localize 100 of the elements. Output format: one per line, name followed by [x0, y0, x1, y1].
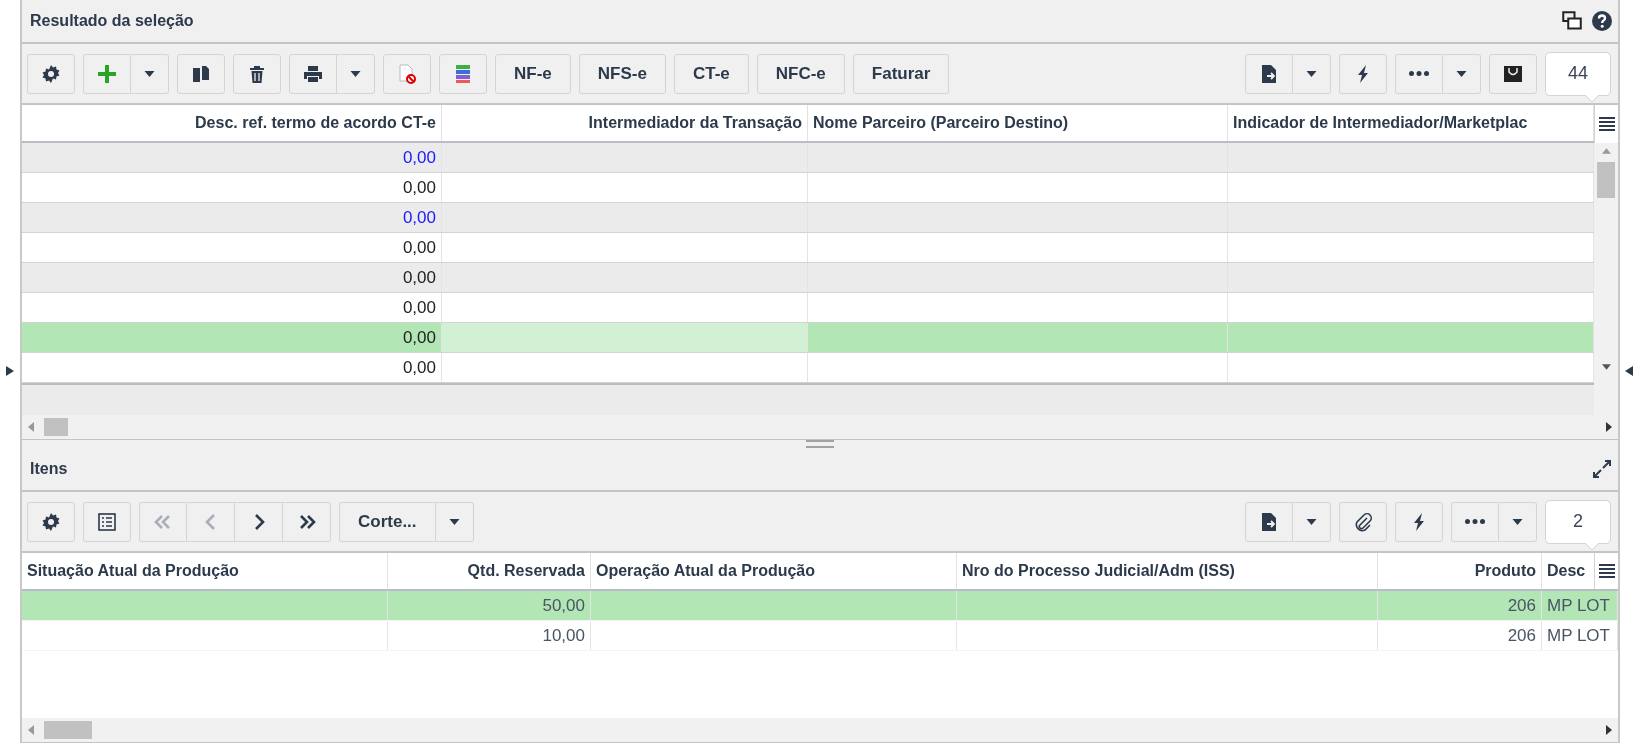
plus-icon — [97, 63, 117, 84]
ellipsis-icon — [1409, 71, 1429, 76]
windows-icon[interactable] — [1562, 11, 1582, 31]
file-export-icon — [1259, 511, 1279, 532]
table-cell: MP LOT — [1542, 591, 1618, 620]
document-type-button[interactable]: Faturar — [852, 53, 950, 94]
column-header[interactable]: Nome Parceiro (Parceiro Destino) — [808, 105, 1228, 141]
record-count: 2 — [1545, 499, 1611, 544]
file-export-icon — [1259, 63, 1279, 84]
expand-left-icon[interactable] — [6, 366, 14, 376]
table-cell: 10,00 — [388, 621, 591, 650]
scroll-thumb[interactable] — [44, 721, 92, 739]
table-row[interactable]: 0,00 — [22, 173, 1594, 203]
scroll-right-icon[interactable] — [1606, 422, 1612, 432]
attach-button[interactable] — [1339, 501, 1387, 542]
table-cell: 0,00 — [22, 173, 442, 202]
list-button[interactable] — [83, 501, 131, 542]
caret-icon — [144, 70, 155, 77]
table-cell: 0,00 — [22, 353, 442, 382]
scroll-thumb[interactable] — [44, 418, 68, 436]
column-header[interactable]: Nro do Processo Judicial/Adm (ISS) — [957, 553, 1378, 589]
paperclip-icon — [1353, 511, 1373, 532]
resize-handle-icon[interactable] — [806, 440, 834, 448]
table-cell: 0,00 — [22, 203, 442, 232]
menu-icon — [1598, 564, 1615, 578]
settings-button[interactable] — [27, 501, 75, 542]
printer-icon — [303, 63, 323, 84]
actions-button[interactable] — [1339, 53, 1387, 94]
table-row[interactable]: 50,00 206 MP LOT — [22, 591, 1618, 621]
table-row[interactable]: 0,00 — [22, 323, 1594, 353]
caret-icon — [1306, 70, 1317, 77]
copy-button[interactable] — [177, 53, 225, 94]
column-header[interactable]: Produto — [1378, 553, 1542, 589]
horizontal-scrollbar[interactable] — [22, 415, 1618, 440]
actions-button[interactable] — [1395, 501, 1443, 542]
caret-icon — [448, 518, 460, 525]
scroll-down-icon[interactable] — [1601, 364, 1611, 370]
document-type-button[interactable]: NFC-e — [756, 53, 845, 94]
shopping-bag-icon — [1503, 63, 1523, 84]
panel-title: Resultado da seleção — [30, 12, 194, 30]
delete-button[interactable] — [233, 53, 281, 94]
table-cell: MP LOT — [1542, 621, 1618, 650]
caret-icon — [1512, 518, 1523, 525]
pager-button[interactable] — [235, 501, 283, 542]
document-type-button[interactable]: NF-e — [495, 53, 571, 94]
scroll-right-icon[interactable] — [1606, 725, 1612, 735]
scroll-thumb[interactable] — [1597, 162, 1615, 198]
document-type-button[interactable]: CT-e — [673, 53, 749, 94]
list-icon — [97, 511, 117, 532]
table-cell: 206 — [1378, 621, 1542, 650]
cut-button[interactable]: Corte... — [339, 501, 436, 542]
column-header[interactable]: Desc. ref. termo de acordo CT-e — [22, 105, 442, 141]
table-row[interactable]: 0,00 — [22, 233, 1594, 263]
help-icon[interactable] — [1592, 11, 1612, 31]
gear-icon — [41, 511, 61, 532]
document-type-button[interactable]: NFS-e — [578, 53, 666, 94]
record-count: 44 — [1545, 51, 1611, 96]
more-button[interactable] — [1395, 53, 1443, 94]
document-forbidden-icon — [397, 63, 417, 84]
table-row[interactable]: 0,00 — [22, 263, 1594, 293]
more-button[interactable] — [1451, 501, 1499, 542]
caret-icon — [1306, 518, 1317, 525]
table-cell: 0,00 — [22, 143, 442, 172]
print-button[interactable] — [289, 53, 337, 94]
column-menu-button[interactable] — [1594, 105, 1618, 143]
column-header[interactable]: Situação Atual da Produção — [22, 553, 388, 589]
column-header[interactable]: Qtd. Reservada — [388, 553, 591, 589]
caret-icon — [1456, 70, 1467, 77]
settings-button[interactable] — [27, 53, 75, 94]
stacked-bars-icon — [453, 63, 473, 84]
table-cell: 0,00 — [22, 233, 442, 262]
ellipsis-icon — [1465, 519, 1485, 524]
panel-title: Itens — [30, 460, 68, 478]
table-row[interactable]: 10,00 206 MP LOT — [22, 621, 1618, 651]
table-cell: 0,00 — [22, 293, 442, 322]
column-menu-button[interactable] — [1594, 553, 1618, 589]
column-header[interactable]: Intermediador da Transação — [442, 105, 808, 141]
gear-icon — [41, 63, 61, 84]
export-button[interactable] — [1245, 53, 1293, 94]
trash-icon — [247, 63, 267, 84]
table-row[interactable]: 0,00 — [22, 203, 1594, 233]
copy-icon — [191, 63, 211, 84]
export-button[interactable] — [1245, 501, 1293, 542]
expand-icon[interactable] — [1592, 459, 1612, 479]
column-header[interactable]: Operação Atual da Produção — [591, 553, 957, 589]
pager-button[interactable] — [283, 501, 331, 542]
table-cell: 206 — [1378, 591, 1542, 620]
bag-button[interactable] — [1489, 53, 1537, 94]
table-row[interactable]: 0,00 — [22, 143, 1594, 173]
table-row[interactable]: 0,00 — [22, 353, 1594, 383]
caret-icon — [350, 70, 361, 77]
table-row[interactable]: 0,00 — [22, 293, 1594, 323]
add-button[interactable] — [83, 53, 131, 94]
table-cell: 0,00 — [22, 263, 442, 292]
expand-right-icon[interactable] — [1625, 366, 1633, 376]
cancel-document-button[interactable] — [383, 53, 431, 94]
menu-icon — [1598, 117, 1615, 131]
horizontal-scrollbar[interactable] — [22, 718, 1618, 743]
table-cell: 50,00 — [388, 591, 591, 620]
layers-button[interactable] — [439, 53, 487, 94]
